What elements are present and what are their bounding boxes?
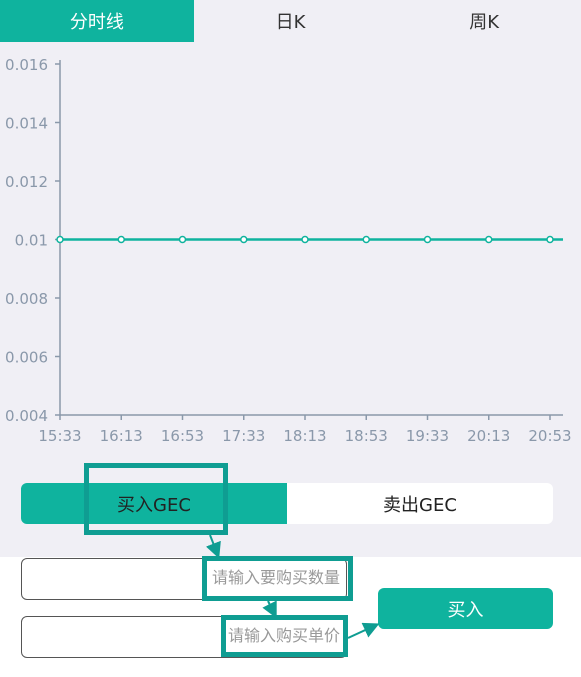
data-point xyxy=(178,235,187,244)
x-tick-label: 20:53 xyxy=(528,427,571,445)
x-tick-label: 19:33 xyxy=(406,427,449,445)
data-point xyxy=(423,235,432,244)
sell-gec-tab[interactable]: 卖出GEC xyxy=(287,483,553,524)
price-line-chart: 0.016 0.014 0.012 0.01 0.008 0.006 0.004 15:33 1… xyxy=(5,56,572,445)
y-tick-label: 0.012 xyxy=(5,173,48,191)
y-tick-label: 0.008 xyxy=(5,290,48,308)
x-tick-label: 16:53 xyxy=(161,427,204,445)
data-point xyxy=(301,235,309,244)
chart-tabs: 分时线 日K 周K xyxy=(0,0,581,42)
y-tick-label: 0.004 xyxy=(5,407,48,425)
x-tick-label: 18:13 xyxy=(283,427,326,445)
data-point xyxy=(240,235,248,244)
data-point xyxy=(362,235,370,244)
y-tick-label: 0.01 xyxy=(15,232,48,250)
tab-timeshare[interactable]: 分时线 xyxy=(0,0,194,42)
arrow-price-to-buy xyxy=(347,622,380,639)
y-tick-label: 0.006 xyxy=(5,349,48,367)
tab-daily-k[interactable]: 日K xyxy=(194,0,388,42)
data-point xyxy=(546,235,554,244)
x-tick-label: 17:33 xyxy=(222,427,265,445)
price-input[interactable] xyxy=(21,616,347,658)
buy-gec-tab[interactable]: 买入GEC xyxy=(21,483,287,524)
tab-weekly-k[interactable]: 周K xyxy=(387,0,581,42)
data-point xyxy=(56,235,64,244)
x-tick-label: 20:13 xyxy=(467,427,510,445)
x-tick-label: 16:13 xyxy=(100,427,143,445)
buy-button[interactable]: 买入 xyxy=(378,588,553,629)
y-tick-label: 0.014 xyxy=(5,115,48,133)
y-tick-label: 0.016 xyxy=(5,56,48,74)
buy-sell-toggle: 买入GEC 卖出GEC xyxy=(21,483,553,524)
arrow-quantity-to-price xyxy=(262,600,277,619)
data-point xyxy=(117,235,125,244)
x-tick-label: 18:53 xyxy=(345,427,388,445)
x-tick-label: 15:33 xyxy=(38,427,81,445)
quantity-input[interactable] xyxy=(21,558,347,600)
data-point xyxy=(485,235,493,244)
